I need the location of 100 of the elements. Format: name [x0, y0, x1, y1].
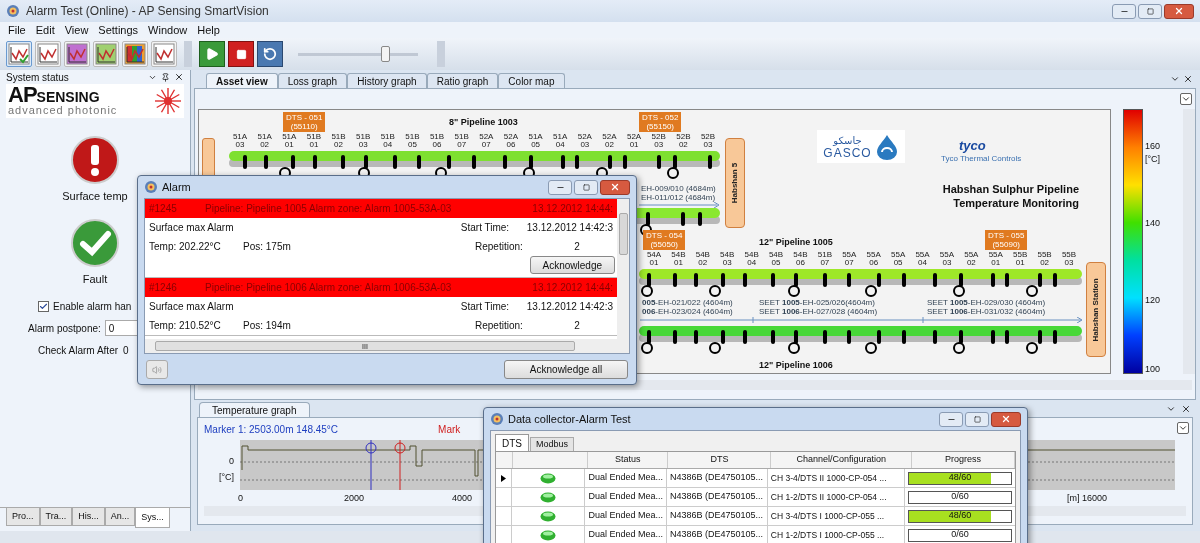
dialog-title: Data collector-Alarm Test — [508, 411, 632, 427]
alarm-time: 13.12.2012 14:44: — [532, 202, 613, 216]
pipeline-title: 12" Pipeline 1005 — [759, 236, 833, 249]
check-after-value: 0 — [123, 344, 129, 358]
zone-label: 55A 07 — [841, 251, 858, 267]
dts-tag: DTS - 054 (55050) — [643, 230, 686, 250]
axis-label: [m] 16000 — [1067, 492, 1108, 505]
zone-label: 51B 03 — [355, 133, 372, 149]
progress-text: 0/60 — [951, 490, 969, 504]
table-cell: Dual Ended Mea... — [585, 507, 667, 525]
alarm-time: 13.12.2012 14:44: — [532, 281, 613, 295]
status-label: Surface temp — [62, 189, 128, 204]
column-header: Status — [587, 452, 669, 468]
cable-label: 005-EH-021/022 (4604m) — [642, 298, 733, 307]
zone-label: 54B 06 — [792, 251, 809, 267]
zone-label: 55A 02 — [963, 251, 980, 267]
alarm-type: Surface max Alarm — [149, 221, 235, 235]
alarm-zone: Pipeline: Pipeline 1006 Alarm zone: Alarm 1006-53A-03 — [205, 281, 453, 295]
axis-label: 0 — [238, 492, 243, 505]
window-title: Alarm Test (Online) - AP Sensing SmartVision — [26, 3, 270, 20]
cable-label: SEET 1005-EH-029/030 (4604m) — [927, 298, 1046, 307]
table-cell: N4386B (DE4750105... — [666, 469, 768, 487]
alarm-id: #1246 — [149, 281, 178, 295]
dts-tag: DTS - 055 (55090) — [985, 230, 1028, 250]
zone-label: 51B 04 — [379, 133, 396, 149]
axis-label: 0 — [229, 455, 234, 468]
zone-label: 51A 05 — [527, 133, 544, 149]
zone-label: 52A 06 — [502, 133, 520, 149]
table-cell: Dual Ended Mea... — [585, 488, 667, 506]
alarm-type: Surface max Alarm — [149, 300, 235, 314]
field-label: Repetition: — [475, 240, 524, 254]
zone-label: 52A 02 — [601, 133, 618, 149]
field-label: Check Alarm After — [38, 344, 119, 358]
axis-label: 2000 — [344, 492, 365, 505]
scale-tick-label: 160 — [1145, 141, 1161, 152]
field-label: Start Time: — [460, 300, 511, 314]
checkbox-label: Enable alarm han — [53, 300, 132, 314]
pipeline-title: 8" Pipeline 1003 — [449, 116, 518, 129]
zone-label: 51B 02 — [330, 133, 347, 149]
repetition-value: 2 — [573, 319, 581, 333]
panel-title: System status — [6, 70, 70, 85]
scale-unit-label: [°C] — [1145, 154, 1161, 164]
field-label: Alarm postpone: — [28, 321, 101, 336]
table-cell: CH 1-2/DTS II 1000-CP-054 ... — [767, 488, 905, 506]
temperature-value: Temp: 202.22°C — [149, 240, 222, 254]
marker-reading: Mark — [438, 422, 461, 437]
zone-label: 51A 02 — [256, 133, 273, 149]
station-label: Habshan Station — [1086, 262, 1106, 357]
marker-reading: Marker 1: 2503.00m 148.45°C — [204, 422, 339, 437]
position-value: Pos: 194m — [243, 319, 292, 333]
tyco-logo: tyco — [959, 137, 986, 155]
temperature-value: Temp: 210.52°C — [149, 319, 222, 333]
cable-label: EH-011/012 (4684m) — [641, 193, 716, 202]
alarm-zone: Pipeline: Pipeline 1005 Alarm zone: Alarm 1005-53A-03 — [205, 202, 453, 216]
zone-label: 55B 03 — [1060, 251, 1078, 267]
zone-label: 54B 03 — [719, 251, 736, 267]
table-cell: N4386B (DE4750105... — [666, 488, 768, 506]
table-cell: N4386B (DE4750105... — [666, 507, 768, 525]
table-cell: Dual Ended Mea... — [585, 526, 667, 543]
zone-label: 54B 04 — [743, 251, 760, 267]
pipeline-title: 12" Pipeline 1006 — [759, 359, 833, 372]
diagram-title: Habshan Sulphur Pipeline — [942, 182, 1079, 196]
zone-label: 52A 07 — [478, 133, 495, 149]
zone-label: 51A 01 — [281, 133, 298, 149]
cable-label: SEET 1006-EH-031/032 (4604m) — [927, 307, 1046, 316]
scale-tick-label: 140 — [1145, 217, 1161, 228]
zone-label: 52A 03 — [576, 133, 593, 149]
table-cell: Dual Ended Mea... — [585, 469, 667, 487]
cable-label: EH-009/010 (4684m) — [641, 184, 716, 193]
table-cell: CH 3-4/DTS II 1000-CP-054 ... — [767, 469, 905, 487]
zone-label: 55A 01 — [987, 251, 1004, 267]
zone-label: 55A 03 — [938, 251, 956, 267]
axis-label: 4000 — [452, 492, 473, 505]
field-label: Repetition: — [475, 319, 524, 333]
column-header: Progress — [911, 452, 1015, 468]
cable-label: 006-EH-023/024 (4604m) — [642, 307, 733, 316]
zone-label: 54B 02 — [694, 251, 711, 267]
zone-label: 55A 05 — [890, 251, 907, 267]
zone-label: 51B 05 — [404, 133, 421, 149]
zone-label: 51A 04 — [552, 133, 569, 149]
axis-label: [°C] — [218, 471, 234, 484]
alarm-id: #1245 — [149, 202, 178, 216]
cable-label: SEET 1005-EH-025/026(4604m) — [759, 298, 876, 307]
field-label: Start Time: — [460, 221, 511, 235]
zone-label: 51B 01 — [305, 133, 322, 149]
zone-label: 54A 01 — [645, 251, 663, 267]
table-cell: CH 3-4/DTS I 1000-CP-055 ... — [767, 507, 905, 525]
zone-label: 55B 01 — [1012, 251, 1029, 267]
scale-tick-label: 100 — [1145, 363, 1161, 374]
zone-label: 52A 01 — [625, 133, 643, 149]
start-time-value: 13.12.2012 14:42:3 — [526, 221, 613, 235]
zone-label: 51B 06 — [428, 133, 446, 149]
zone-label: 52B 03 — [650, 133, 667, 149]
zone-label: 51B 07 — [816, 251, 833, 267]
zone-label: 55A 04 — [914, 251, 931, 267]
tyco-subtitle: Tyco Thermal Controls — [941, 153, 1022, 165]
table-cell: N4386B (DE4750105... — [666, 526, 768, 543]
dts-tag: DTS - 052 (55150) — [639, 112, 682, 132]
scale-tick-label: 120 — [1145, 294, 1161, 305]
dialog-title: Alarm — [162, 179, 192, 195]
